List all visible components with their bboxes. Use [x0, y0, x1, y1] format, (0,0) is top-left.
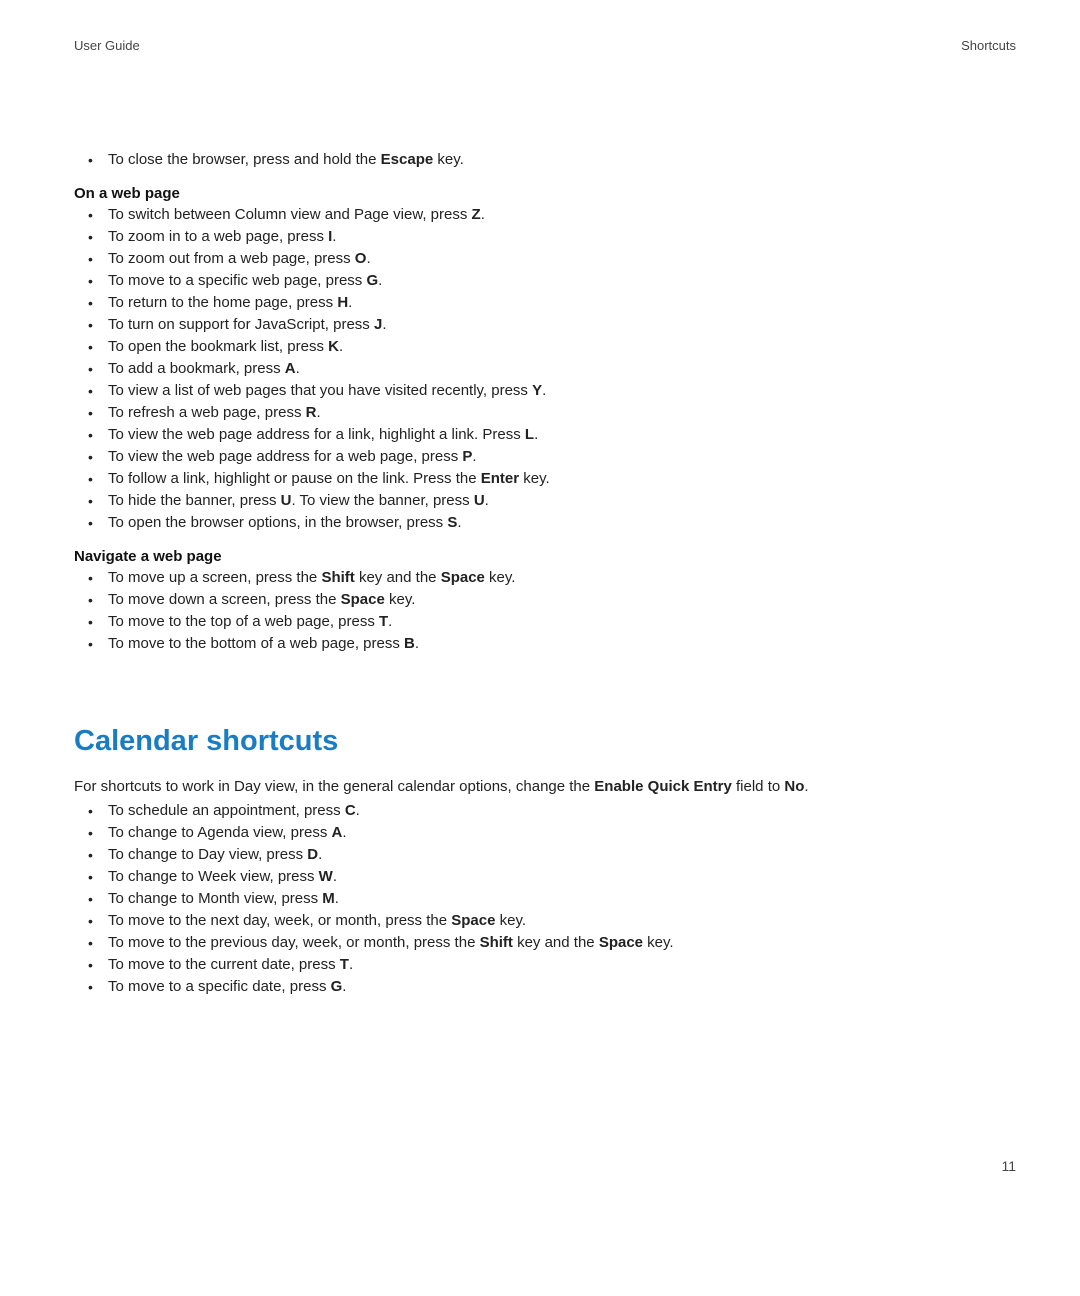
header-right: Shortcuts — [961, 38, 1016, 53]
subhead-navigate: Navigate a web page — [74, 548, 1016, 565]
list-item: To move up a screen, press the Shift key… — [88, 567, 1016, 589]
list-item: To follow a link, highlight or pause on … — [88, 468, 1016, 490]
list-item: To move to the next day, week, or month,… — [88, 910, 1016, 932]
list-item: To zoom out from a web page, press O. — [88, 248, 1016, 270]
calendar-intro: For shortcuts to work in Day view, in th… — [74, 776, 1016, 798]
list-item: To hide the banner, press U. To view the… — [88, 490, 1016, 512]
section-title-calendar: Calendar shortcuts — [74, 725, 1016, 758]
list-item: To change to Agenda view, press A. — [88, 822, 1016, 844]
list-item: To zoom in to a web page, press I. — [88, 226, 1016, 248]
list-item: To move to the previous day, week, or mo… — [88, 932, 1016, 954]
list-item: To move down a screen, press the Space k… — [88, 589, 1016, 611]
subhead-on-web-page: On a web page — [74, 185, 1016, 202]
list-item: To move to a specific web page, press G. — [88, 270, 1016, 292]
list-item: To open the browser options, in the brow… — [88, 512, 1016, 534]
list-item: To open the bookmark list, press K. — [88, 336, 1016, 358]
list-item: To move to the top of a web page, press … — [88, 611, 1016, 633]
list-item: To move to the current date, press T. — [88, 954, 1016, 976]
page-header: User Guide Shortcuts — [74, 38, 1016, 53]
list-item: To change to Day view, press D. — [88, 844, 1016, 866]
list-item: To add a bookmark, press A. — [88, 358, 1016, 380]
page-number: 11 — [1001, 1158, 1016, 1174]
list-item: To move to a specific date, press G. — [88, 976, 1016, 998]
list-item: To change to Month view, press M. — [88, 888, 1016, 910]
list-item: To view the web page address for a web p… — [88, 446, 1016, 468]
on-web-page-list: To switch between Column view and Page v… — [74, 204, 1016, 534]
list-item: To change to Week view, press W. — [88, 866, 1016, 888]
list-item: To schedule an appointment, press C. — [88, 800, 1016, 822]
list-item: To return to the home page, press H. — [88, 292, 1016, 314]
list-item: To move to the bottom of a web page, pre… — [88, 633, 1016, 655]
list-item: To refresh a web page, press R. — [88, 402, 1016, 424]
list-item: To view a list of web pages that you hav… — [88, 380, 1016, 402]
list-item: To close the browser, press and hold the… — [88, 149, 1016, 171]
header-left: User Guide — [74, 38, 140, 53]
list-item: To view the web page address for a link,… — [88, 424, 1016, 446]
navigate-list: To move up a screen, press the Shift key… — [74, 567, 1016, 655]
list-item: To turn on support for JavaScript, press… — [88, 314, 1016, 336]
intro-list: To close the browser, press and hold the… — [74, 149, 1016, 171]
calendar-list: To schedule an appointment, press C.To c… — [74, 800, 1016, 998]
list-item: To switch between Column view and Page v… — [88, 204, 1016, 226]
